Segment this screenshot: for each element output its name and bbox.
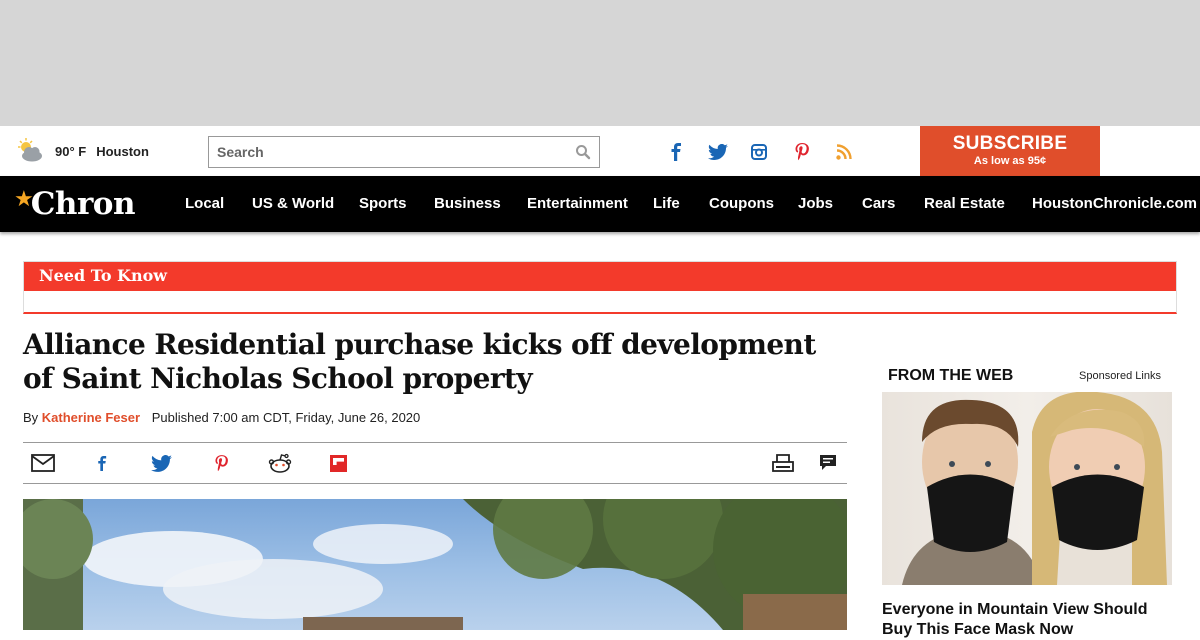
email-icon[interactable] [31, 453, 55, 473]
nav-item-business[interactable]: Business [434, 195, 501, 212]
print-icon[interactable] [771, 453, 795, 473]
weather-widget[interactable]: 90° F Houston [16, 138, 149, 164]
reddit-icon[interactable] [267, 453, 293, 473]
subscribe-price: As low as 95¢ [973, 155, 1047, 167]
search-icon[interactable] [575, 144, 591, 160]
main-nav: ★ Chron Local US & World Sports Business… [0, 176, 1200, 232]
pinterest-icon[interactable] [792, 142, 812, 162]
partly-cloudy-icon [16, 138, 44, 164]
nav-item-local[interactable]: Local [185, 195, 224, 212]
nav-item-sports[interactable]: Sports [359, 195, 407, 212]
facebook-icon[interactable] [666, 142, 686, 162]
sponsored-promo-image[interactable] [882, 392, 1172, 585]
flipboard-icon[interactable] [326, 453, 350, 473]
nav-item-jobs[interactable]: Jobs [798, 195, 833, 212]
from-the-web-heading: FROM THE WEB [888, 367, 1014, 384]
nav-item-coupons[interactable]: Coupons [709, 195, 774, 212]
author-link[interactable]: Katherine Feser [42, 410, 140, 425]
instagram-icon[interactable] [749, 142, 769, 162]
nav-item-entertainment[interactable]: Entertainment [527, 195, 628, 212]
subscribe-button[interactable]: SUBSCRIBE As low as 95¢ [920, 126, 1100, 176]
sponsored-links-label[interactable]: Sponsored Links [1079, 370, 1161, 382]
need-to-know-title: Need To Know [24, 262, 1176, 291]
weather-city: Houston [96, 143, 149, 159]
share-bar [23, 442, 847, 484]
need-to-know-module: Need To Know [23, 261, 1177, 314]
rss-icon[interactable] [834, 142, 854, 162]
nav-item-us-world[interactable]: US & World [252, 195, 334, 212]
search-input[interactable] [209, 137, 559, 167]
search-box [208, 136, 600, 168]
chron-logo[interactable]: ★ Chron [14, 186, 136, 222]
twitter-icon[interactable] [707, 142, 729, 162]
article-headline: Alliance Residential purchase kicks off … [23, 328, 816, 395]
logo-wordmark: Chron [30, 186, 136, 222]
twitter-icon[interactable] [149, 453, 173, 473]
byline-by: By [23, 410, 39, 425]
weather-temperature: 90° F [55, 143, 87, 159]
nav-item-houstonchronicle[interactable]: HoustonChronicle.com [1032, 195, 1197, 212]
facebook-icon[interactable] [90, 453, 114, 473]
publish-date: Published 7:00 am CDT, Friday, June 26, … [151, 410, 421, 425]
top-ad-banner [0, 0, 1200, 126]
subscribe-label: SUBSCRIBE [952, 133, 1068, 154]
comments-icon[interactable] [816, 453, 840, 473]
nav-item-real-estate[interactable]: Real Estate [924, 195, 1005, 212]
pinterest-icon[interactable] [209, 453, 233, 473]
byline: By Katherine Feser Published 7:00 am CDT… [23, 410, 420, 425]
nav-item-life[interactable]: Life [653, 195, 680, 212]
nav-item-cars[interactable]: Cars [862, 195, 895, 212]
article-hero-image[interactable] [23, 499, 847, 630]
sponsored-promo-title[interactable]: Everyone in Mountain View Should Buy Thi… [882, 600, 1182, 640]
